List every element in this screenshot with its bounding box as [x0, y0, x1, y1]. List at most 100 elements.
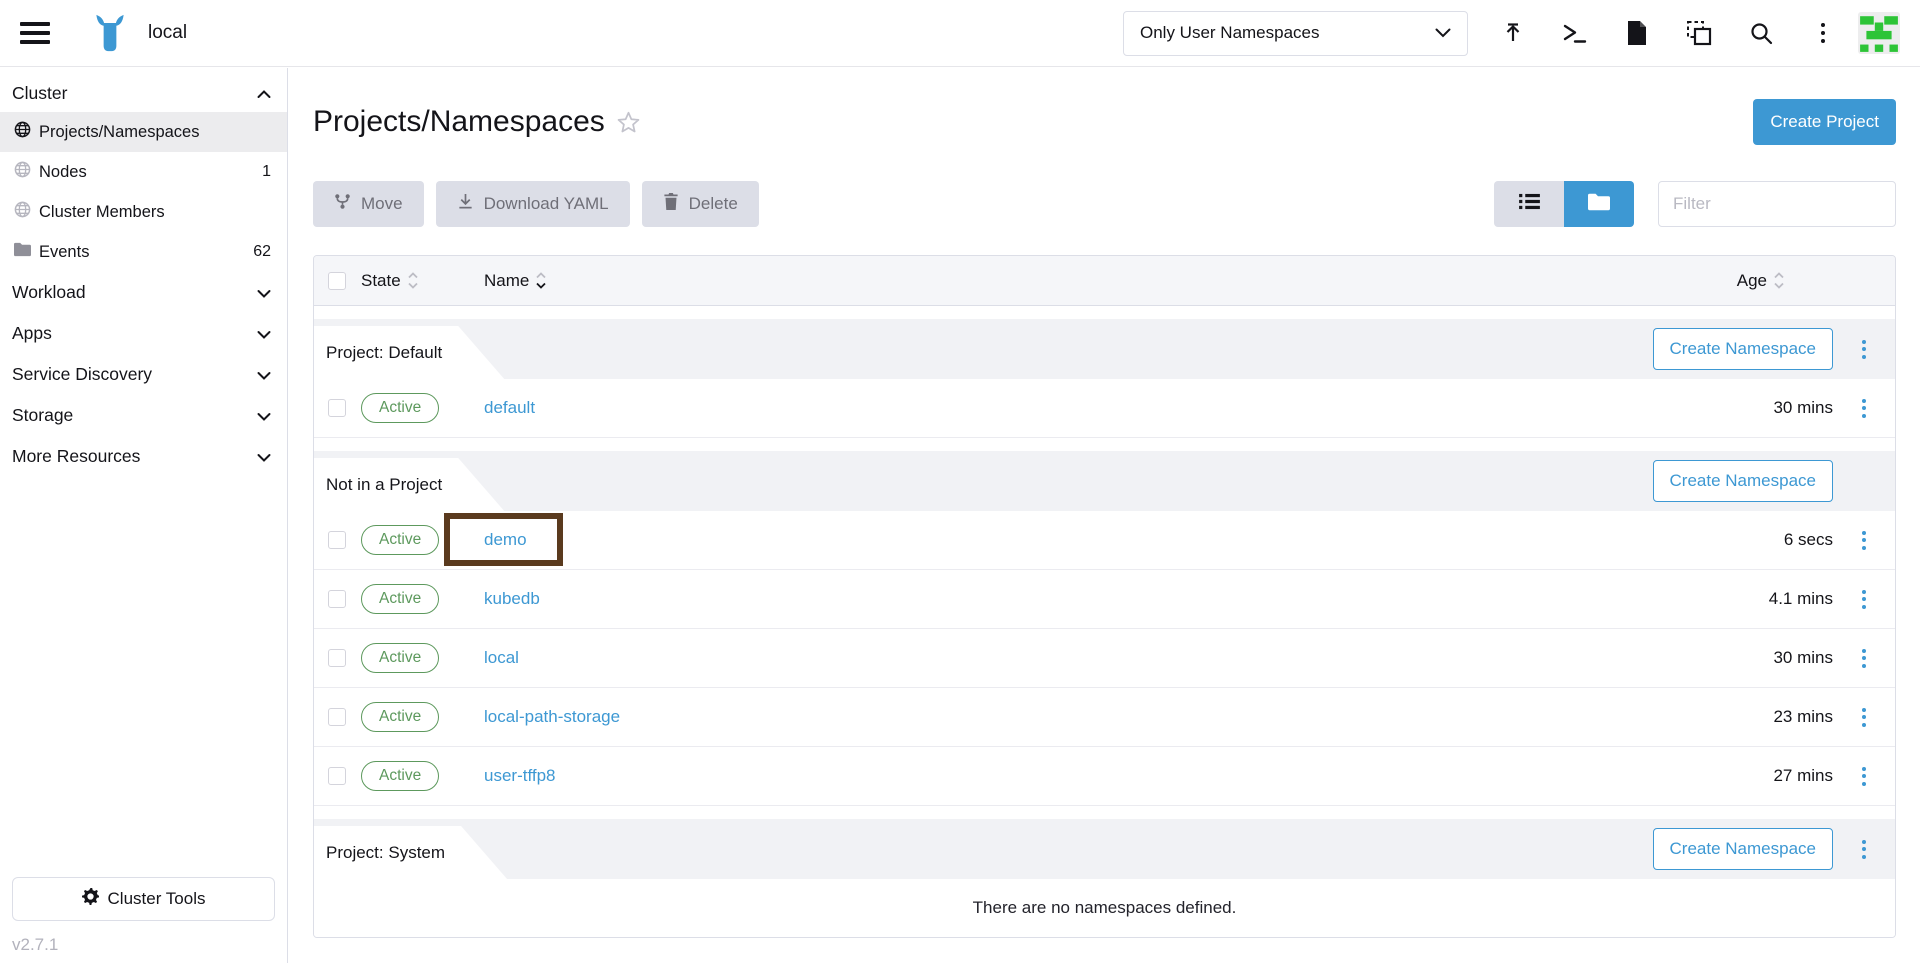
delete-button[interactable]: Delete [642, 181, 759, 227]
item-count-badge: 62 [253, 243, 271, 261]
move-button[interactable]: Move [313, 181, 424, 227]
group-kebab-menu-icon[interactable] [1856, 834, 1872, 865]
group-kebab-menu-icon[interactable] [1856, 334, 1872, 365]
sidebar-section-label: Storage [12, 405, 73, 426]
delete-label: Delete [689, 194, 738, 214]
create-namespace-button[interactable]: Create Namespace [1653, 328, 1833, 370]
sort-icon-active[interactable] [535, 271, 547, 290]
row-checkbox[interactable] [328, 531, 346, 549]
chevron-down-icon [257, 282, 271, 303]
globe-icon [14, 161, 31, 183]
kubectl-shell-icon[interactable] [1544, 11, 1606, 56]
chevron-down-icon [257, 405, 271, 426]
hamburger-menu-icon[interactable] [20, 22, 50, 44]
sidebar-item-events[interactable]: Events 62 [0, 232, 287, 272]
chevron-down-icon [257, 323, 271, 344]
move-label: Move [361, 194, 403, 214]
table-row-local: Active local 30 mins [314, 629, 1895, 688]
group-row-project-default: Project: Default Create Namespace [314, 319, 1895, 379]
column-header-state[interactable]: State [361, 271, 401, 291]
namespaces-table: State Name Age Project: Def [313, 255, 1896, 938]
sidebar-item-cluster-members[interactable]: Cluster Members [0, 192, 287, 232]
namespace-link[interactable]: demo [484, 530, 527, 550]
sidebar-section-label: More Resources [12, 446, 140, 467]
sidebar-section-service-discovery[interactable]: Service Discovery [0, 354, 287, 395]
namespace-link[interactable]: user-tffp8 [484, 766, 556, 786]
chevron-down-icon [1435, 23, 1451, 43]
filter-input[interactable] [1658, 181, 1896, 227]
empty-namespaces-message: There are no namespaces defined. [314, 879, 1895, 937]
sort-icon[interactable] [1773, 271, 1785, 290]
item-count-badge: 1 [262, 163, 271, 181]
download-yaml-button[interactable]: Download YAML [436, 181, 630, 227]
sort-icon[interactable] [407, 271, 419, 290]
chevron-up-icon [257, 83, 271, 104]
view-mode-toggle [1494, 181, 1634, 227]
row-kebab-menu-icon[interactable] [1856, 702, 1872, 733]
row-checkbox[interactable] [328, 399, 346, 417]
bulk-actions-row: Move Download YAML Delete [313, 181, 1896, 227]
sidebar-section-label: Workload [12, 282, 86, 303]
namespace-filter-value: Only User Namespaces [1140, 23, 1320, 43]
namespace-link[interactable]: default [484, 398, 535, 418]
row-checkbox[interactable] [328, 649, 346, 667]
list-view-toggle[interactable] [1494, 181, 1564, 227]
cluster-name: local [148, 22, 187, 44]
status-badge: Active [361, 393, 439, 423]
row-checkbox[interactable] [328, 767, 346, 785]
favorite-star-icon[interactable] [617, 111, 640, 133]
sidebar-section-apps[interactable]: Apps [0, 313, 287, 354]
file-icon[interactable] [1606, 11, 1668, 56]
row-checkbox[interactable] [328, 708, 346, 726]
move-icon [334, 193, 351, 215]
age-value: 23 mins [1773, 707, 1833, 727]
sidebar-item-projects-namespaces[interactable]: Projects/Namespaces [0, 112, 287, 152]
age-value: 6 secs [1784, 530, 1833, 550]
sidebar-section-storage[interactable]: Storage [0, 395, 287, 436]
cluster-tools-button[interactable]: Cluster Tools [12, 877, 275, 921]
globe-icon [14, 201, 31, 223]
create-namespace-button[interactable]: Create Namespace [1653, 828, 1833, 870]
table-header-row: State Name Age [314, 256, 1895, 306]
sidebar-section-cluster[interactable]: Cluster [0, 74, 287, 112]
row-kebab-menu-icon[interactable] [1856, 584, 1872, 615]
age-value: 30 mins [1773, 648, 1833, 668]
group-label: Not in a Project [314, 458, 504, 511]
import-yaml-icon[interactable] [1668, 11, 1730, 56]
sidebar-section-more-resources[interactable]: More Resources [0, 436, 287, 477]
sidebar: Cluster Projects/Namespaces Nodes 1 Clus… [0, 68, 288, 963]
table-row-default: Active default 30 mins [314, 379, 1895, 438]
main-content: Projects/Namespaces Create Project Move … [289, 68, 1920, 963]
sidebar-item-label: Cluster Members [39, 203, 165, 222]
sidebar-item-nodes[interactable]: Nodes 1 [0, 152, 287, 192]
sidebar-item-label: Nodes [39, 163, 87, 182]
namespace-link[interactable]: local-path-storage [484, 707, 620, 727]
group-label: Project: System [314, 826, 507, 879]
rancher-logo-icon[interactable] [88, 13, 132, 53]
row-kebab-menu-icon[interactable] [1856, 525, 1872, 556]
column-header-age[interactable]: Age [1737, 271, 1767, 291]
create-project-button[interactable]: Create Project [1753, 99, 1896, 145]
namespace-link[interactable]: kubedb [484, 589, 540, 609]
row-kebab-menu-icon[interactable] [1856, 761, 1872, 792]
user-avatar-identicon[interactable] [1858, 12, 1900, 54]
create-namespace-button[interactable]: Create Namespace [1653, 460, 1833, 502]
status-badge: Active [361, 702, 439, 732]
age-value: 4.1 mins [1769, 589, 1833, 609]
table-row-kubedb: Active kubedb 4.1 mins [314, 570, 1895, 629]
grouped-view-toggle[interactable] [1564, 181, 1634, 227]
trash-icon [663, 193, 679, 215]
sidebar-section-workload[interactable]: Workload [0, 272, 287, 313]
row-checkbox[interactable] [328, 590, 346, 608]
row-kebab-menu-icon[interactable] [1856, 393, 1872, 424]
kebab-menu-icon[interactable] [1792, 11, 1854, 56]
search-icon[interactable] [1730, 11, 1792, 56]
namespace-filter-dropdown[interactable]: Only User Namespaces [1123, 11, 1468, 56]
select-all-checkbox[interactable] [328, 272, 346, 290]
column-header-name[interactable]: Name [484, 271, 529, 291]
row-kebab-menu-icon[interactable] [1856, 643, 1872, 674]
status-badge: Active [361, 761, 439, 791]
upload-icon[interactable] [1482, 11, 1544, 56]
folder-icon [14, 242, 31, 262]
namespace-link[interactable]: local [484, 648, 519, 668]
